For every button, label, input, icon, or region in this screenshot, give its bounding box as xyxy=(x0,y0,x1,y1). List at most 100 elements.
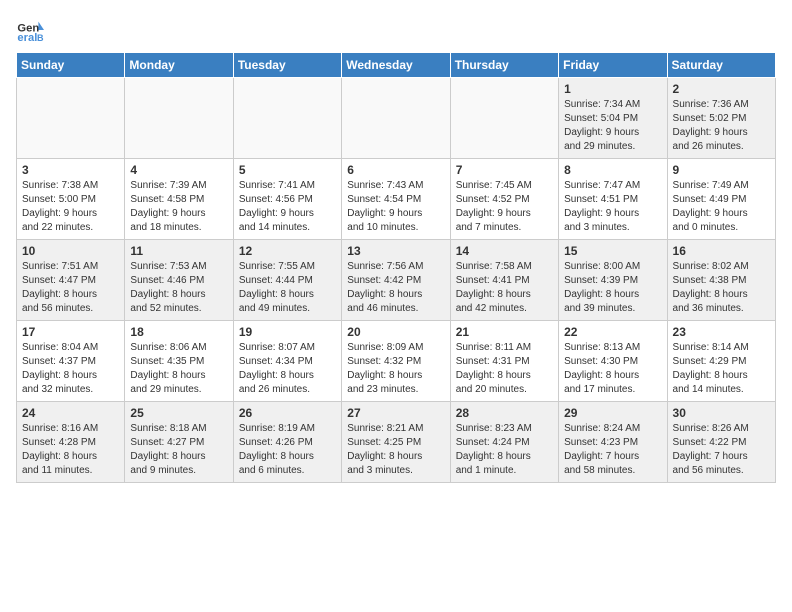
day-info: Sunrise: 8:07 AM Sunset: 4:34 PM Dayligh… xyxy=(239,341,336,397)
day-info: Sunrise: 8:16 AM Sunset: 4:28 PM Dayligh… xyxy=(22,422,119,478)
week-row-5: 24 Sunrise: 8:16 AM Sunset: 4:28 PM Dayli… xyxy=(17,402,776,483)
day-info: Sunrise: 7:41 AM Sunset: 4:56 PM Dayligh… xyxy=(239,179,336,235)
day-info: Sunrise: 7:58 AM Sunset: 4:41 PM Dayligh… xyxy=(456,260,553,316)
svg-text:B: B xyxy=(37,33,44,43)
day-cell: 11 Sunrise: 7:53 AM Sunset: 4:46 PM Dayli… xyxy=(125,240,233,321)
day-number: 5 xyxy=(239,163,336,177)
day-info: Sunrise: 8:09 AM Sunset: 4:32 PM Dayligh… xyxy=(347,341,444,397)
day-number: 12 xyxy=(239,244,336,258)
day-cell xyxy=(17,78,125,159)
day-cell: 16 Sunrise: 8:02 AM Sunset: 4:38 PM Dayli… xyxy=(667,240,775,321)
col-header-saturday: Saturday xyxy=(667,53,775,78)
day-info: Sunrise: 8:02 AM Sunset: 4:38 PM Dayligh… xyxy=(673,260,770,316)
day-info: Sunrise: 7:49 AM Sunset: 4:49 PM Dayligh… xyxy=(673,179,770,235)
day-cell: 23 Sunrise: 8:14 AM Sunset: 4:29 PM Dayli… xyxy=(667,321,775,402)
day-number: 22 xyxy=(564,325,661,339)
day-cell: 20 Sunrise: 8:09 AM Sunset: 4:32 PM Dayli… xyxy=(342,321,450,402)
day-number: 11 xyxy=(130,244,227,258)
day-cell: 29Sunrise: 8:24 AM Sunset: 4:23 PM Dayli… xyxy=(559,402,667,483)
day-info: Sunrise: 7:45 AM Sunset: 4:52 PM Dayligh… xyxy=(456,179,553,235)
day-number: 18 xyxy=(130,325,227,339)
day-info: Sunrise: 7:39 AM Sunset: 4:58 PM Dayligh… xyxy=(130,179,227,235)
page-header: Gen eral B xyxy=(16,16,776,44)
day-cell xyxy=(450,78,558,159)
day-info: Sunrise: 8:04 AM Sunset: 4:37 PM Dayligh… xyxy=(22,341,119,397)
day-number: 4 xyxy=(130,163,227,177)
col-header-friday: Friday xyxy=(559,53,667,78)
logo: Gen eral B xyxy=(16,16,48,44)
day-info: Sunrise: 8:00 AM Sunset: 4:39 PM Dayligh… xyxy=(564,260,661,316)
day-number: 29 xyxy=(564,406,661,420)
day-cell: 3 Sunrise: 7:38 AM Sunset: 5:00 PM Daylig… xyxy=(17,159,125,240)
col-header-thursday: Thursday xyxy=(450,53,558,78)
day-info: Sunrise: 8:21 AM Sunset: 4:25 PM Dayligh… xyxy=(347,422,444,478)
svg-text:eral: eral xyxy=(17,32,37,44)
day-cell: 18 Sunrise: 8:06 AM Sunset: 4:35 PM Dayli… xyxy=(125,321,233,402)
day-cell: 9 Sunrise: 7:49 AM Sunset: 4:49 PM Daylig… xyxy=(667,159,775,240)
day-cell: 10Sunrise: 7:51 AM Sunset: 4:47 PM Dayli… xyxy=(17,240,125,321)
day-info: Sunrise: 8:18 AM Sunset: 4:27 PM Dayligh… xyxy=(130,422,227,478)
day-cell: 30Sunrise: 8:26 AM Sunset: 4:22 PM Dayli… xyxy=(667,402,775,483)
day-cell: 25 Sunrise: 8:18 AM Sunset: 4:27 PM Dayli… xyxy=(125,402,233,483)
day-number: 23 xyxy=(673,325,770,339)
day-info: Sunrise: 7:43 AM Sunset: 4:54 PM Dayligh… xyxy=(347,179,444,235)
day-cell: 2Sunrise: 7:36 AM Sunset: 5:02 PM Daylig… xyxy=(667,78,775,159)
day-number: 2 xyxy=(673,82,770,96)
day-number: 13 xyxy=(347,244,444,258)
day-cell: 6 Sunrise: 7:43 AM Sunset: 4:54 PM Daylig… xyxy=(342,159,450,240)
day-cell: 14 Sunrise: 7:58 AM Sunset: 4:41 PM Dayli… xyxy=(450,240,558,321)
day-number: 17 xyxy=(22,325,119,339)
week-row-1: 1 Sunrise: 7:34 AM Sunset: 5:04 PM Daylig… xyxy=(17,78,776,159)
day-cell: 7 Sunrise: 7:45 AM Sunset: 4:52 PM Daylig… xyxy=(450,159,558,240)
day-number: 3 xyxy=(22,163,119,177)
day-cell: 5 Sunrise: 7:41 AM Sunset: 4:56 PM Daylig… xyxy=(233,159,341,240)
day-cell: 28 Sunrise: 8:23 AM Sunset: 4:24 PM Dayli… xyxy=(450,402,558,483)
day-cell: 12 Sunrise: 7:55 AM Sunset: 4:44 PM Dayli… xyxy=(233,240,341,321)
day-number: 27 xyxy=(347,406,444,420)
week-row-3: 10Sunrise: 7:51 AM Sunset: 4:47 PM Dayli… xyxy=(17,240,776,321)
day-number: 16 xyxy=(673,244,770,258)
day-info: Sunrise: 7:38 AM Sunset: 5:00 PM Dayligh… xyxy=(22,179,119,235)
week-row-4: 17 Sunrise: 8:04 AM Sunset: 4:37 PM Dayli… xyxy=(17,321,776,402)
day-info: Sunrise: 8:11 AM Sunset: 4:31 PM Dayligh… xyxy=(456,341,553,397)
day-number: 20 xyxy=(347,325,444,339)
week-row-2: 3 Sunrise: 7:38 AM Sunset: 5:00 PM Daylig… xyxy=(17,159,776,240)
day-cell: 19Sunrise: 8:07 AM Sunset: 4:34 PM Dayli… xyxy=(233,321,341,402)
day-cell: 21 Sunrise: 8:11 AM Sunset: 4:31 PM Dayli… xyxy=(450,321,558,402)
header-row: SundayMondayTuesdayWednesdayThursdayFrid… xyxy=(17,53,776,78)
day-cell: 15Sunrise: 8:00 AM Sunset: 4:39 PM Dayli… xyxy=(559,240,667,321)
day-info: Sunrise: 7:34 AM Sunset: 5:04 PM Dayligh… xyxy=(564,98,661,154)
day-cell: 4 Sunrise: 7:39 AM Sunset: 4:58 PM Daylig… xyxy=(125,159,233,240)
day-info: Sunrise: 7:53 AM Sunset: 4:46 PM Dayligh… xyxy=(130,260,227,316)
day-cell: 26Sunrise: 8:19 AM Sunset: 4:26 PM Dayli… xyxy=(233,402,341,483)
logo-icon: Gen eral B xyxy=(16,16,44,44)
day-cell: 17 Sunrise: 8:04 AM Sunset: 4:37 PM Dayli… xyxy=(17,321,125,402)
day-info: Sunrise: 8:23 AM Sunset: 4:24 PM Dayligh… xyxy=(456,422,553,478)
day-number: 21 xyxy=(456,325,553,339)
day-number: 1 xyxy=(564,82,661,96)
day-number: 25 xyxy=(130,406,227,420)
day-number: 9 xyxy=(673,163,770,177)
day-info: Sunrise: 8:14 AM Sunset: 4:29 PM Dayligh… xyxy=(673,341,770,397)
col-header-sunday: Sunday xyxy=(17,53,125,78)
day-cell xyxy=(125,78,233,159)
day-info: Sunrise: 7:55 AM Sunset: 4:44 PM Dayligh… xyxy=(239,260,336,316)
col-header-tuesday: Tuesday xyxy=(233,53,341,78)
day-cell xyxy=(233,78,341,159)
day-info: Sunrise: 7:51 AM Sunset: 4:47 PM Dayligh… xyxy=(22,260,119,316)
day-info: Sunrise: 7:47 AM Sunset: 4:51 PM Dayligh… xyxy=(564,179,661,235)
day-number: 7 xyxy=(456,163,553,177)
col-header-wednesday: Wednesday xyxy=(342,53,450,78)
day-cell: 13 Sunrise: 7:56 AM Sunset: 4:42 PM Dayli… xyxy=(342,240,450,321)
day-number: 14 xyxy=(456,244,553,258)
day-number: 24 xyxy=(22,406,119,420)
day-info: Sunrise: 8:26 AM Sunset: 4:22 PM Dayligh… xyxy=(673,422,770,478)
day-info: Sunrise: 8:19 AM Sunset: 4:26 PM Dayligh… xyxy=(239,422,336,478)
day-info: Sunrise: 8:06 AM Sunset: 4:35 PM Dayligh… xyxy=(130,341,227,397)
day-number: 8 xyxy=(564,163,661,177)
day-number: 28 xyxy=(456,406,553,420)
calendar-table: SundayMondayTuesdayWednesdayThursdayFrid… xyxy=(16,52,776,483)
day-info: Sunrise: 7:56 AM Sunset: 4:42 PM Dayligh… xyxy=(347,260,444,316)
day-number: 6 xyxy=(347,163,444,177)
day-cell: 27 Sunrise: 8:21 AM Sunset: 4:25 PM Dayli… xyxy=(342,402,450,483)
